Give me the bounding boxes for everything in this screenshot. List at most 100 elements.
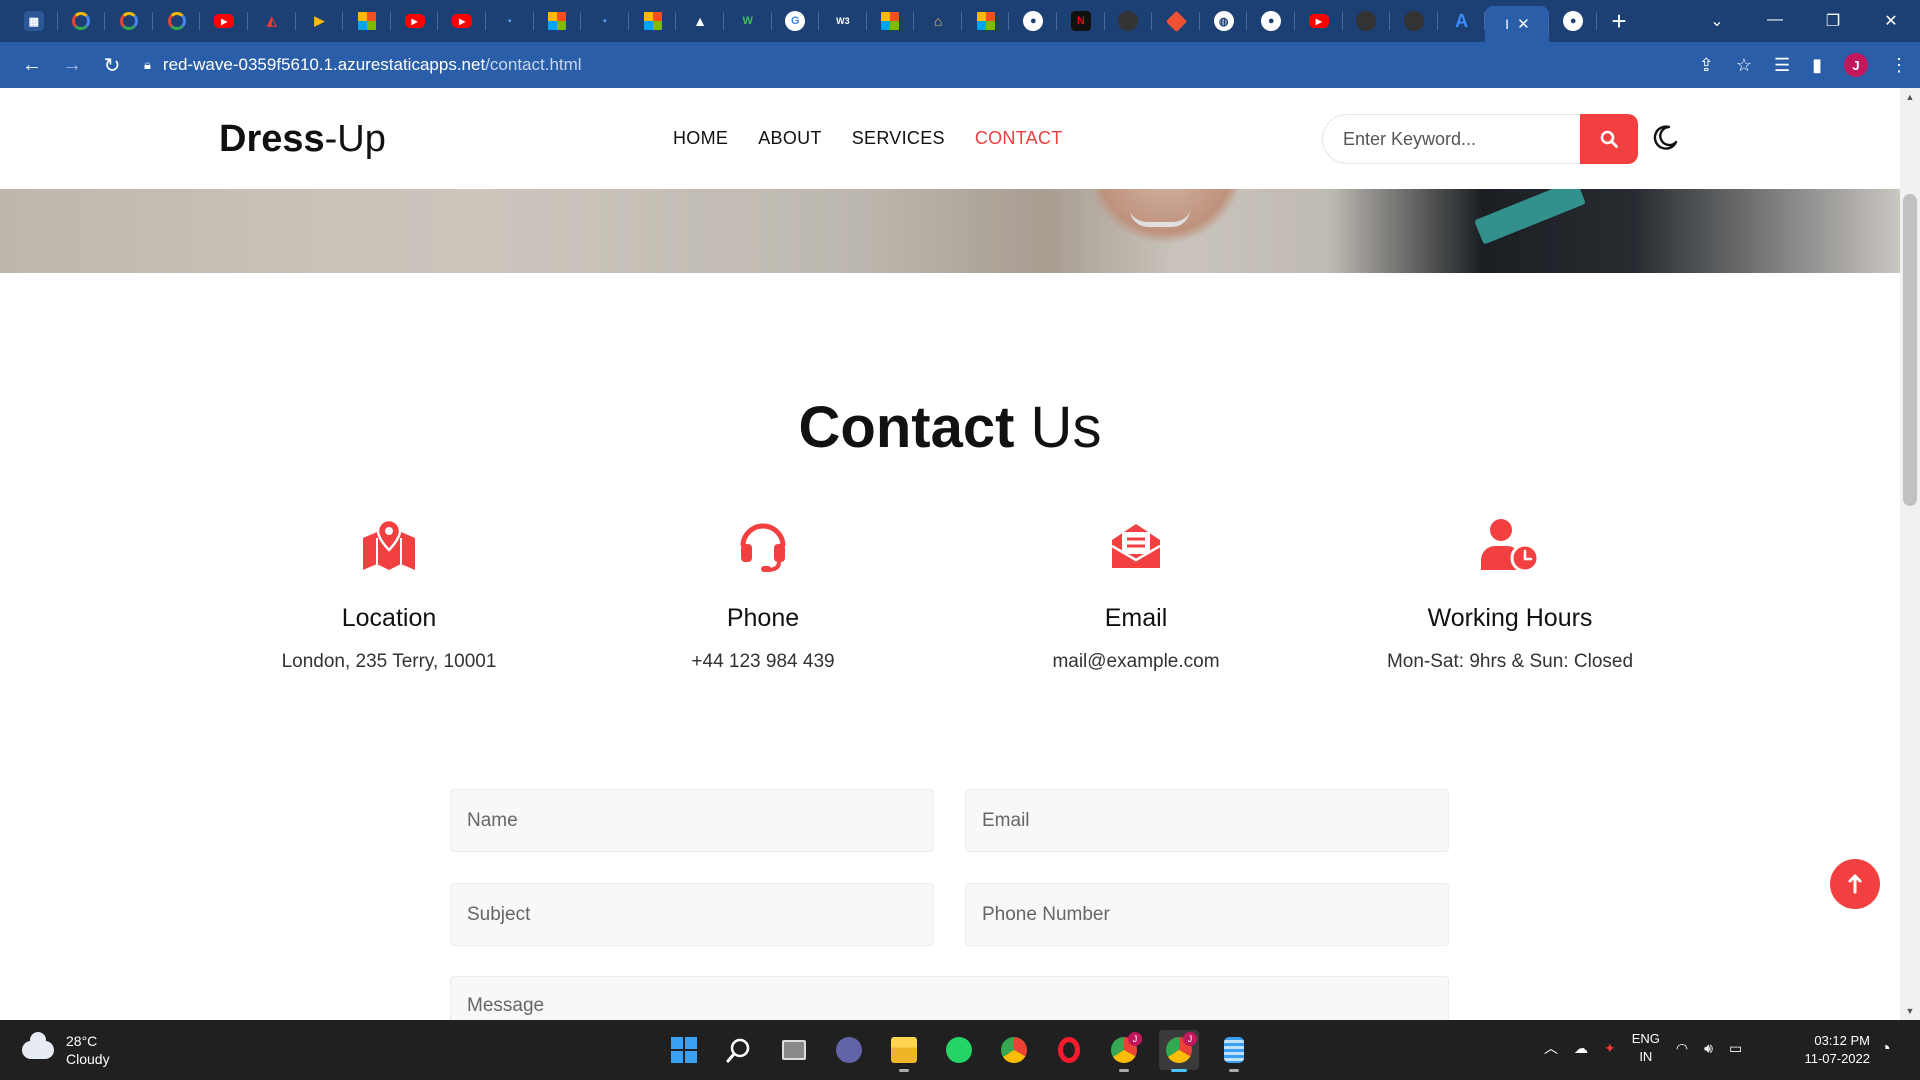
weather-widget[interactable]: 28°C Cloudy [22, 1032, 110, 1068]
side-panel-icon[interactable]: ▮ [1812, 55, 1822, 76]
scroll-down-arrow-icon[interactable]: ▼ [1900, 1006, 1920, 1016]
tab-active[interactable]: I ✕ [1485, 6, 1550, 42]
bookmark-star-icon[interactable]: ☆ [1736, 55, 1752, 76]
new-tab-button[interactable]: + [1597, 6, 1641, 37]
file-explorer-button[interactable] [884, 1030, 924, 1072]
tab-netflix[interactable]: N [1057, 0, 1105, 42]
tab-google-cloud-3[interactable] [153, 0, 201, 42]
volume-icon[interactable]: 🔊︎ [1704, 1040, 1713, 1057]
github-icon: ● [1563, 11, 1584, 31]
wifi-icon[interactable]: ◠ [1676, 1040, 1688, 1057]
back-button[interactable]: ← [12, 54, 52, 77]
tab-git[interactable] [1152, 0, 1200, 42]
page-scrollbar[interactable]: ▲ ▼ [1900, 88, 1920, 1020]
scroll-to-top-button[interactable] [1830, 859, 1880, 909]
close-window-button[interactable]: ✕ [1862, 11, 1920, 31]
tab-github-4[interactable]: ● [1343, 0, 1391, 42]
notification-icon[interactable]: ◔ [1880, 1038, 1891, 1059]
tab-microsoft-5[interactable] [962, 0, 1010, 42]
subject-field[interactable] [450, 883, 934, 946]
tab-window[interactable]: ▦ [10, 0, 58, 42]
nav-home[interactable]: HOME [673, 128, 728, 149]
show-hidden-icons-icon[interactable]: ︿ [1544, 1038, 1558, 1058]
windows-start-icon [671, 1037, 697, 1063]
tab-azure-2[interactable]: ▪ [581, 0, 629, 42]
task-view-button[interactable] [774, 1030, 814, 1070]
tab-github-6[interactable]: ● [1549, 0, 1597, 42]
tab-youtube-2[interactable]: ▶ [391, 0, 439, 42]
tab-youtube-3[interactable]: ▶ [438, 0, 486, 42]
whatsapp-icon [946, 1037, 972, 1063]
restore-button[interactable]: ❐ [1804, 11, 1862, 31]
system-clock[interactable]: 03:12 PM 11-07-2022 [1790, 1032, 1870, 1068]
scrollbar-thumb[interactable] [1903, 194, 1917, 506]
chrome-active-button[interactable]: J [1159, 1030, 1199, 1072]
tab-microsoft-3[interactable] [629, 0, 677, 42]
tab-google-cloud-2[interactable] [105, 0, 153, 42]
onedrive-cloud-icon[interactable]: ☁ [1574, 1040, 1588, 1057]
forward-button[interactable]: → [52, 54, 92, 77]
chrome-button[interactable] [994, 1030, 1034, 1070]
tab-microsoft-2[interactable] [534, 0, 582, 42]
envelope-icon [950, 516, 1322, 576]
tab-microsoft-1[interactable] [343, 0, 391, 42]
tab-github-1[interactable]: ● [1009, 0, 1057, 42]
nav-services[interactable]: SERVICES [852, 128, 945, 149]
google-cloud-icon [119, 12, 138, 30]
lock-icon[interactable]: 🔒︎ [144, 57, 151, 73]
reading-list-icon[interactable]: ☰ [1774, 55, 1790, 76]
tab-bridge[interactable]: ⌂ [914, 0, 962, 42]
teams-chat-button[interactable] [829, 1030, 869, 1070]
message-field[interactable] [450, 976, 1449, 1020]
whatsapp-button[interactable] [939, 1030, 979, 1070]
profile-avatar[interactable]: J [1844, 53, 1868, 77]
tab-w3schools[interactable]: W3 [819, 0, 867, 42]
start-button[interactable] [664, 1030, 704, 1070]
phone-number-field[interactable] [965, 883, 1449, 946]
minimize-button[interactable]: — [1746, 11, 1804, 31]
tab-google[interactable]: G [772, 0, 820, 42]
app-tray-icon[interactable]: ✦ [1604, 1040, 1616, 1057]
tab-play[interactable]: ▶ [296, 0, 344, 42]
battery-icon[interactable]: ▭ [1729, 1040, 1742, 1057]
tab-google-cloud-1[interactable] [58, 0, 106, 42]
info-value: mail@example.com [1052, 651, 1220, 672]
contact-title-light: Us [1014, 395, 1102, 460]
tab-github-5[interactable]: ● [1390, 0, 1438, 42]
taskbar-search[interactable] [719, 1030, 759, 1070]
notepad-button[interactable] [1214, 1030, 1254, 1072]
chrome-profile-button[interactable]: J [1104, 1030, 1144, 1072]
tab-azure-a[interactable]: A [1438, 0, 1486, 42]
mountain-icon: ▲ [693, 13, 708, 29]
tab-mountain[interactable]: ▲ [676, 0, 724, 42]
tab-adobe[interactable]: ◭ [248, 0, 296, 42]
language-code: ENG [1631, 1031, 1660, 1046]
close-icon[interactable]: ✕ [1517, 15, 1530, 33]
tab-w[interactable]: W [724, 0, 772, 42]
tab-azure-1[interactable]: ▪ [486, 0, 534, 42]
nav-contact[interactable]: CONTACT [975, 128, 1063, 149]
tab-youtube-4[interactable]: ▶ [1295, 0, 1343, 42]
tab-github-3[interactable]: ● [1247, 0, 1295, 42]
url-bar[interactable]: 🔒︎ red-wave-0359f5610.1.azurestaticapps.… [144, 48, 582, 82]
tab-microsoft-4[interactable] [867, 0, 915, 42]
language-indicator[interactable]: ENG IN [1632, 1030, 1660, 1066]
email-field[interactable] [965, 789, 1449, 852]
name-field[interactable] [450, 789, 934, 852]
github-icon: ● [1261, 11, 1282, 31]
nav-about[interactable]: ABOUT [758, 128, 822, 149]
share-icon[interactable]: ⇪ [1699, 55, 1714, 76]
tab-globe[interactable]: ◍ [1200, 0, 1248, 42]
opera-button[interactable] [1049, 1030, 1089, 1070]
reload-button[interactable]: ↻ [92, 53, 132, 78]
tab-search-icon[interactable]: ⌄ [1688, 11, 1746, 31]
windows-taskbar: 28°C Cloudy J J ︿ ☁ ✦ ENG IN ◠ 🔊︎ ▭ 03:1… [0, 1020, 1920, 1080]
dark-mode-toggle[interactable] [1650, 123, 1680, 153]
site-logo[interactable]: Dress-Up [219, 118, 386, 161]
menu-kebab-icon[interactable]: ⋮ [1890, 55, 1908, 76]
search-input[interactable] [1322, 114, 1580, 164]
search-button[interactable] [1580, 114, 1638, 164]
scroll-up-arrow-icon[interactable]: ▲ [1900, 92, 1920, 102]
tab-github-2[interactable]: ● [1105, 0, 1153, 42]
tab-youtube-1[interactable]: ▶ [200, 0, 248, 42]
